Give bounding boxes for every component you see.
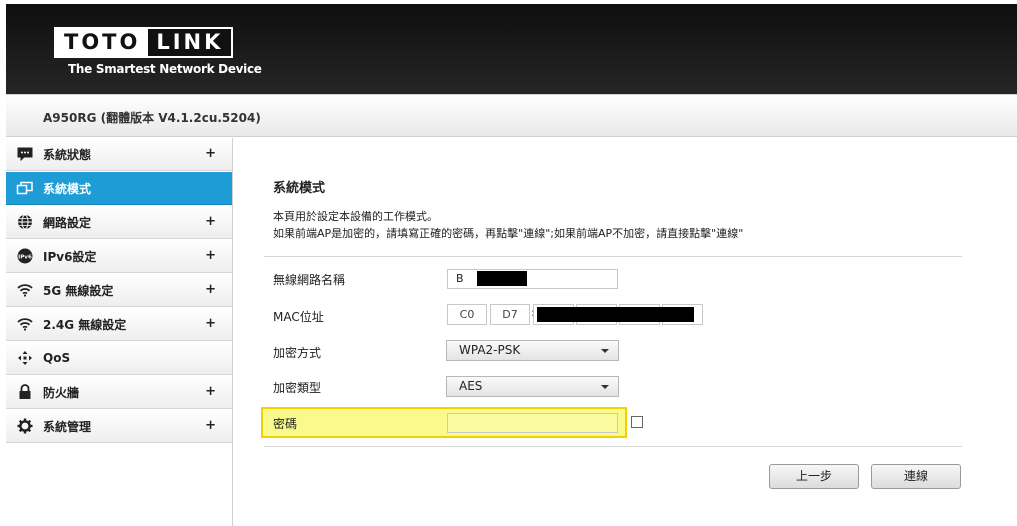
sidebar-item-firewall[interactable]: 防火牆 + bbox=[6, 376, 232, 409]
globe-icon bbox=[16, 213, 34, 231]
page-title: 系統模式 bbox=[273, 181, 326, 196]
divider-bottom bbox=[264, 446, 962, 447]
show-password-checkbox[interactable] bbox=[631, 416, 643, 428]
sidebar-item-label: IPv6設定 bbox=[43, 249, 97, 264]
cipher-select[interactable]: AES bbox=[446, 376, 619, 397]
expand-plus-icon: + bbox=[205, 248, 216, 263]
description-line-1: 本頁用於設定本設備的工作模式。 bbox=[273, 210, 438, 223]
logo-left-text: TOTO bbox=[56, 29, 149, 56]
redacted-mac bbox=[537, 307, 694, 322]
totolink-logo[interactable]: TOTO LINK bbox=[54, 27, 234, 58]
sidebar-item-label: 系統管理 bbox=[43, 419, 92, 434]
expand-plus-icon: + bbox=[205, 316, 216, 331]
cipher-value: AES bbox=[459, 379, 483, 393]
password-label: 密碼 bbox=[273, 417, 298, 431]
mac-octet-2[interactable]: D7 bbox=[490, 304, 530, 325]
encryption-select[interactable]: WPA2-PSK bbox=[446, 340, 619, 361]
chevron-down-icon bbox=[601, 385, 609, 389]
sidebar-item-label: 2.4G 無線設定 bbox=[43, 317, 127, 332]
sidebar-item-system-management[interactable]: 系統管理 + bbox=[6, 410, 232, 443]
logo-right-text: LINK bbox=[148, 29, 232, 56]
sidebar-item-network-settings[interactable]: 網路設定 + bbox=[6, 206, 232, 239]
wifi-icon bbox=[16, 315, 34, 333]
sidebar-item-qos[interactable]: QoS bbox=[6, 342, 232, 375]
expand-plus-icon: + bbox=[205, 282, 216, 297]
password-input[interactable] bbox=[447, 413, 618, 433]
tagline: The Smartest Network Device bbox=[68, 62, 262, 76]
header-bar: TOTO LINK The Smartest Network Device bbox=[6, 4, 1017, 94]
divider-top bbox=[264, 256, 962, 257]
expand-plus-icon: + bbox=[205, 214, 216, 229]
sidebar-item-label: 防火牆 bbox=[43, 385, 80, 400]
mac-label: MAC位址 bbox=[273, 310, 324, 324]
expand-plus-icon: + bbox=[205, 384, 216, 399]
sidebar-item-label: 網路設定 bbox=[43, 215, 92, 230]
firmware-version: A950RG (翻體版本 V4.1.2cu.5204) bbox=[43, 111, 261, 125]
wifi-icon bbox=[16, 281, 34, 299]
sidebar: 系統狀態 + 系統模式 網路設定 + IPv6 IPv6設定 + 5G 無線設定… bbox=[6, 138, 233, 526]
svg-text:IPv6: IPv6 bbox=[18, 254, 32, 260]
sidebar-item-24g-wireless[interactable]: 2.4G 無線設定 + bbox=[6, 308, 232, 341]
encryption-value: WPA2-PSK bbox=[459, 343, 521, 357]
description-line-2: 如果前端AP是加密的，請填寫正確的密碼，再點擊"連線";如果前端AP不加密，請直… bbox=[273, 227, 744, 240]
ipv6-icon: IPv6 bbox=[16, 247, 34, 265]
cipher-label: 加密類型 bbox=[273, 381, 322, 395]
expand-plus-icon: + bbox=[205, 418, 216, 433]
mac-octet-1[interactable]: C0 bbox=[447, 304, 487, 325]
encryption-label: 加密方式 bbox=[273, 346, 322, 360]
sidebar-item-system-status[interactable]: 系統狀態 + bbox=[6, 138, 232, 171]
ssid-label: 無線網路名稱 bbox=[273, 273, 346, 287]
network-mode-icon bbox=[16, 179, 34, 197]
expand-plus-icon: + bbox=[205, 146, 216, 161]
main-content: 系統模式 本頁用於設定本設備的工作模式。 如果前端AP是加密的，請填寫正確的密碼… bbox=[232, 138, 1017, 526]
qos-arrows-icon bbox=[16, 349, 34, 367]
sidebar-item-label: QoS bbox=[43, 351, 71, 365]
chat-bubble-icon bbox=[16, 145, 34, 163]
gear-icon bbox=[16, 417, 34, 435]
ssid-value: B bbox=[456, 272, 464, 285]
redacted-ssid bbox=[477, 271, 527, 286]
sidebar-item-ipv6-settings[interactable]: IPv6 IPv6設定 + bbox=[6, 240, 232, 273]
sidebar-item-system-mode[interactable]: 系統模式 bbox=[6, 172, 232, 205]
sidebar-item-label: 系統狀態 bbox=[43, 147, 92, 162]
sidebar-item-label: 5G 無線設定 bbox=[43, 283, 114, 298]
lock-icon bbox=[16, 383, 34, 401]
prev-step-button[interactable]: 上一步 bbox=[769, 464, 859, 489]
sidebar-item-5g-wireless[interactable]: 5G 無線設定 + bbox=[6, 274, 232, 307]
connect-button[interactable]: 連線 bbox=[871, 464, 961, 489]
ssid-input[interactable]: B bbox=[447, 269, 618, 289]
sidebar-item-label: 系統模式 bbox=[43, 181, 92, 196]
version-bar: A950RG (翻體版本 V4.1.2cu.5204) bbox=[6, 94, 1017, 137]
chevron-down-icon bbox=[601, 349, 609, 353]
